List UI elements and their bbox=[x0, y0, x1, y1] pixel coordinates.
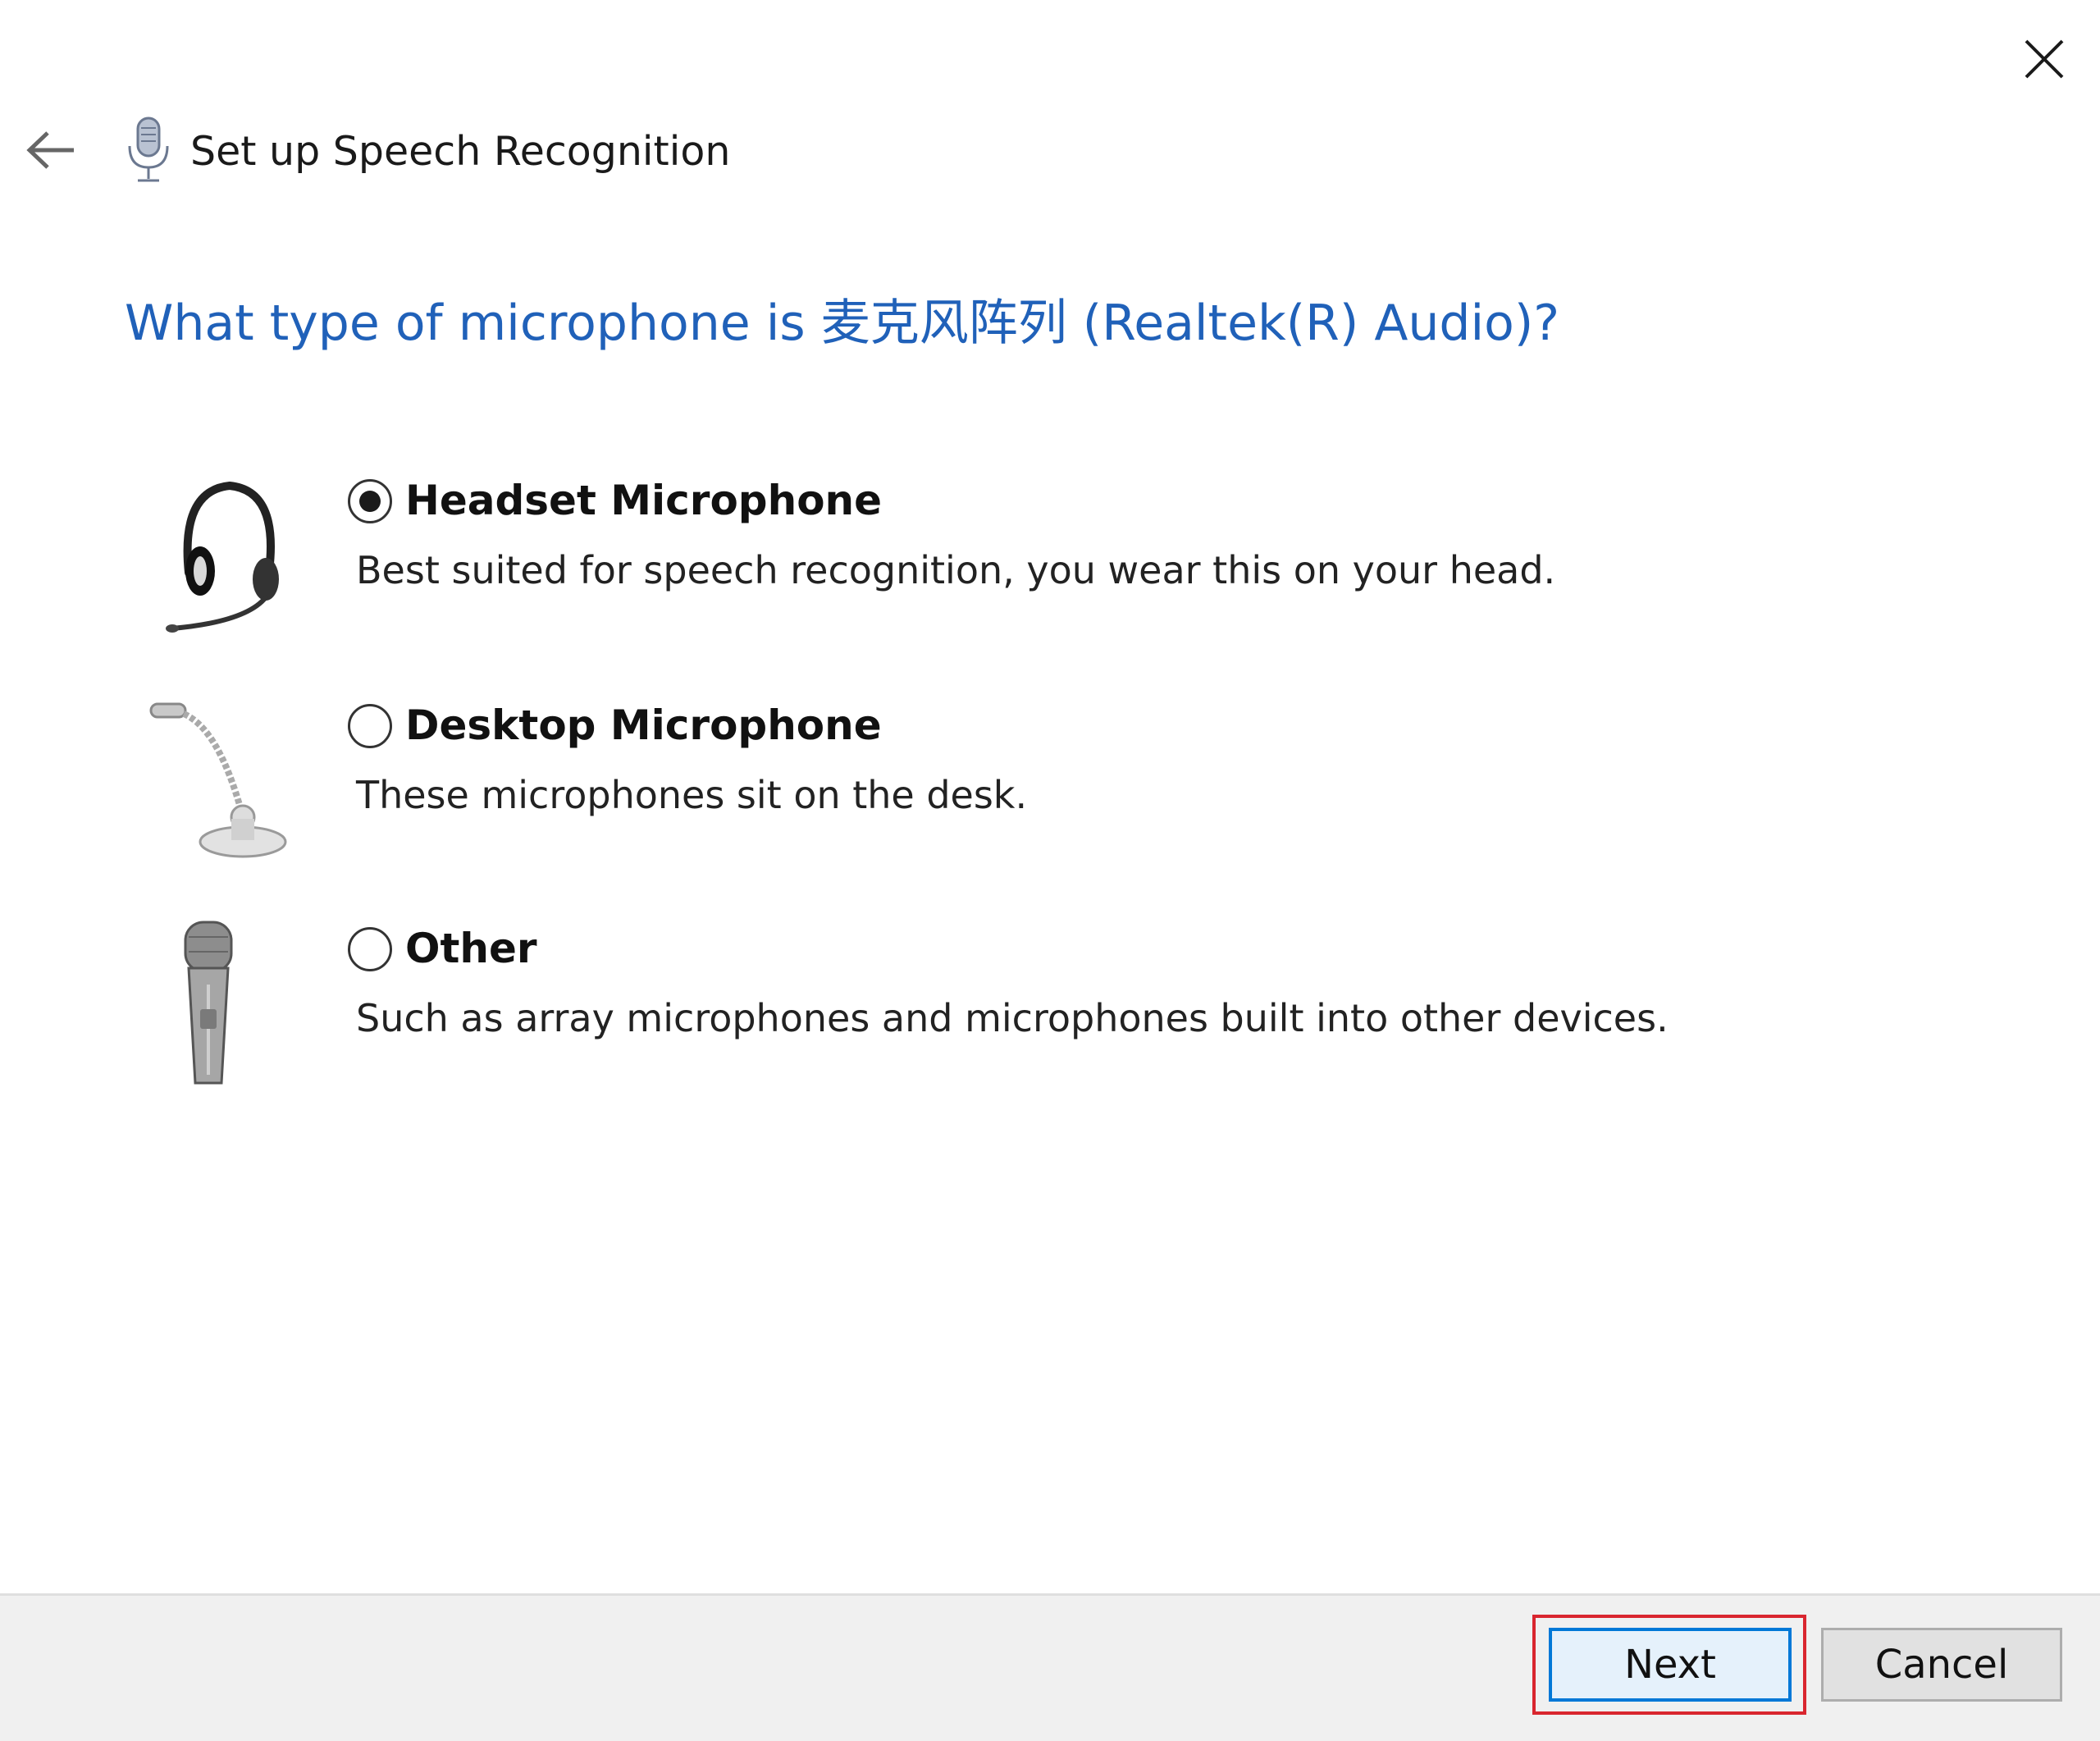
other-microphone-radio[interactable] bbox=[348, 927, 392, 971]
headset-microphone-radio[interactable] bbox=[348, 479, 392, 523]
headset-microphone-icon bbox=[156, 474, 287, 638]
close-icon bbox=[2025, 39, 2064, 79]
window-title: Set up Speech Recognition bbox=[190, 128, 731, 175]
other-microphone-label[interactable]: Other bbox=[405, 922, 537, 975]
close-button[interactable] bbox=[2003, 18, 2085, 100]
desktop-microphone-radio[interactable] bbox=[348, 704, 392, 748]
handheld-microphone-icon bbox=[176, 919, 241, 1091]
page-heading: What type of microphone is 麦克风阵列 (Realte… bbox=[125, 295, 1560, 352]
headset-microphone-label[interactable]: Headset Microphone bbox=[405, 474, 882, 527]
microphone-icon bbox=[121, 117, 176, 184]
other-microphone-description: Such as array microphones and microphone… bbox=[356, 996, 1669, 1040]
headset-microphone-description: Best suited for speech recognition, you … bbox=[356, 548, 1556, 592]
back-arrow-icon bbox=[26, 131, 74, 169]
next-button[interactable]: Next bbox=[1549, 1628, 1792, 1702]
cancel-button[interactable]: Cancel bbox=[1821, 1628, 2062, 1702]
desktop-microphone-description: These microphones sit on the desk. bbox=[356, 773, 1028, 817]
desktop-microphone-icon bbox=[144, 696, 292, 860]
desktop-microphone-label[interactable]: Desktop Microphone bbox=[405, 699, 882, 752]
back-button[interactable] bbox=[10, 115, 92, 185]
